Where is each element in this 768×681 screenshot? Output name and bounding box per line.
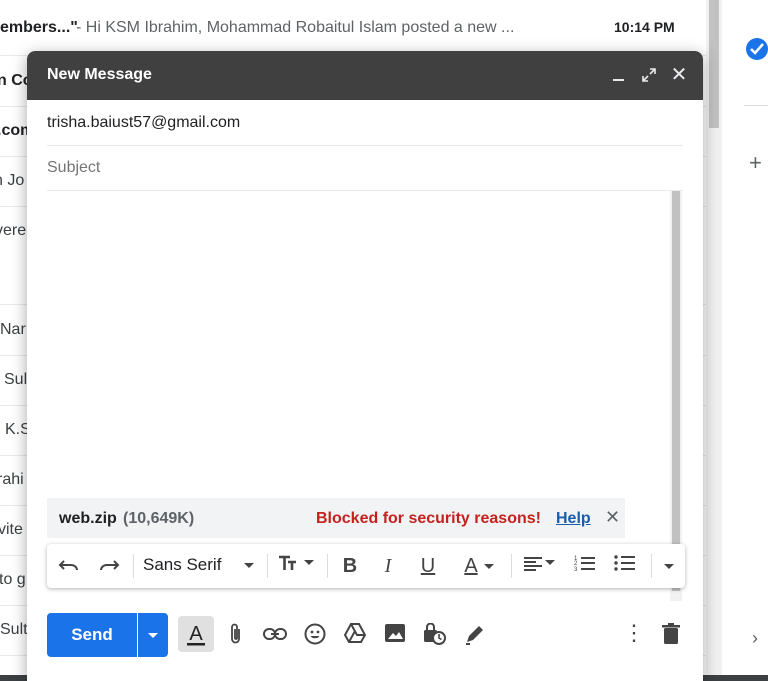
toolbar-divider [651,554,652,578]
photo-icon[interactable] [383,623,407,647]
text-size-icon[interactable] [275,554,317,578]
toolbar-divider [511,554,512,578]
toolbar-divider [267,554,268,578]
add-addon-icon[interactable]: + [749,150,762,176]
svg-text:3: 3 [574,567,578,572]
compose-window: New Message ✕ trisha.baiust57@gmail.com … [27,51,703,681]
inbox-row-snippet: - Hi KSM Ibrahim, Mohammad Robaitul Isla… [76,19,515,36]
bold-icon[interactable]: B [339,554,361,578]
toolbar-divider [133,554,134,578]
to-field[interactable]: trisha.baiust57@gmail.com [47,101,683,146]
discard-icon[interactable] [659,623,683,647]
body-scrollbar-thumb[interactable] [672,191,680,591]
body-scrollbar[interactable] [670,191,682,601]
message-body[interactable] [47,191,667,491]
inbox-row-fragment: Sul [4,371,28,388]
inbox-row-fragment: vere [0,222,27,239]
svg-text:A: A [189,623,203,645]
emoji-icon[interactable] [303,623,327,647]
inbox-row-time: 10:14 PM [614,19,675,35]
fullscreen-icon[interactable] [639,65,659,85]
formatting-toolbar: Sans Serif B I U A 123 [47,544,685,588]
font-family-value: Sans Serif [143,555,222,574]
bulleted-list-icon[interactable] [613,554,637,578]
close-icon[interactable]: ✕ [669,65,689,85]
inbox-row[interactable]: embers..." - Hi KSM Ibrahim, Mohammad Ro… [0,5,706,56]
tasks-icon[interactable] [746,38,768,60]
chevron-down-icon [244,563,255,569]
inbox-row-fragment: Nar [0,321,26,338]
attachment-blocked-status: Blocked for security reasons! [316,510,541,527]
drive-icon[interactable] [343,623,367,647]
remove-attachment-icon[interactable]: ✕ [605,507,620,528]
send-button[interactable]: Send [47,613,137,657]
numbered-list-icon[interactable]: 123 [573,554,597,578]
schedule-send-dropdown[interactable] [138,613,168,657]
subject-input[interactable] [47,156,677,180]
side-panel-divider [744,105,768,106]
attachment-name: web.zip [59,510,117,527]
minimize-icon[interactable] [609,65,629,85]
inbox-row-fragment: to g [0,571,26,588]
chevron-down-icon [148,633,158,638]
font-family-select[interactable]: Sans Serif [143,555,255,575]
undo-icon[interactable] [57,554,81,578]
toolbar-divider [327,554,328,578]
subject-field[interactable] [47,146,683,191]
attach-icon[interactable] [224,623,248,647]
signature-icon[interactable] [463,623,487,647]
inbox-scrollbar[interactable] [706,0,722,681]
attachment-size: (10,649K) [123,510,195,527]
align-icon[interactable] [519,554,559,578]
help-link[interactable]: Help [556,510,591,528]
compose-header[interactable]: New Message ✕ [27,51,703,100]
underline-icon[interactable]: U [417,554,439,578]
formatting-options-icon[interactable]: A [178,616,214,652]
side-panel [722,0,768,681]
compose-title: New Message [47,66,152,83]
recipient-email[interactable]: trisha.baiust57@gmail.com [47,114,240,132]
inbox-row-fragment: vite [0,521,23,538]
compose-bottom-toolbar: Send A ⋮ [27,606,703,666]
confidential-icon[interactable] [423,622,447,647]
inbox-scrollbar-thumb[interactable] [709,0,719,128]
inbox-row-fragment: n Jo [0,172,25,189]
link-icon[interactable] [263,623,287,647]
more-formatting-icon[interactable] [659,554,679,578]
inbox-row-sender: embers..." [0,19,78,36]
italic-icon[interactable]: I [377,554,399,578]
chevron-right-icon[interactable]: › [752,628,758,649]
text-color-icon[interactable]: A [457,554,501,578]
inbox-row-fragment: rahi [0,471,24,488]
more-options-icon[interactable]: ⋮ [622,622,646,647]
inbox-row-fragment: Sult [0,621,28,638]
redo-icon[interactable] [97,554,121,578]
attachment-chip[interactable]: web.zip (10,649K) Blocked for security r… [47,498,625,538]
